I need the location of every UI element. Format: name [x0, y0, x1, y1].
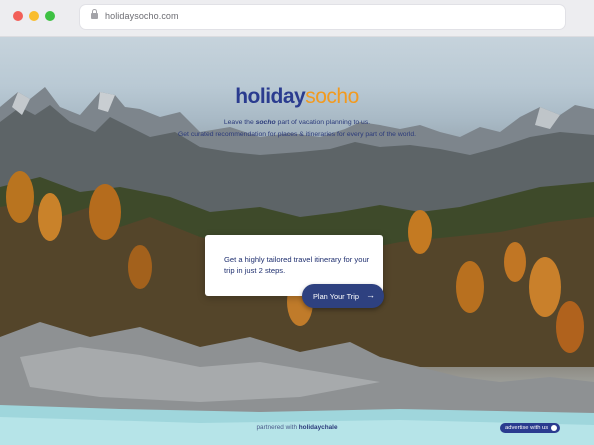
close-window-dot[interactable] — [13, 11, 23, 21]
partner-link[interactable]: holidaychale — [299, 424, 338, 431]
tagline-line-1: Leave the socho part of vacation plannin… — [0, 119, 594, 126]
lock-icon — [91, 9, 98, 19]
address-bar[interactable]: holidaysocho.com — [80, 5, 565, 29]
tagline-line-1-before: Leave the — [223, 119, 256, 126]
advertise-button[interactable]: advertise with us — [500, 423, 560, 433]
browser-window: holidaysocho.com holidaysocho Leave the … — [0, 0, 594, 445]
advertise-dot-icon — [551, 425, 557, 431]
browser-toolbar: holidaysocho.com — [0, 0, 594, 37]
arrow-right-icon: → — [366, 290, 375, 300]
hero-background: holidaysocho Leave the socho part of vac… — [0, 37, 594, 445]
advertise-label: advertise with us — [505, 424, 549, 431]
site-logo[interactable]: holidaysocho — [0, 85, 594, 109]
plan-your-trip-button[interactable]: Plan Your Trip → — [302, 284, 384, 308]
logo-holiday: holiday — [235, 85, 306, 108]
partner-prefix: partnered with — [256, 424, 299, 431]
plan-your-trip-label: Plan Your Trip — [313, 292, 360, 301]
maximize-window-dot[interactable] — [45, 11, 55, 21]
tagline-emphasis: socho — [255, 119, 276, 126]
address-url: holidaysocho.com — [105, 11, 179, 21]
tagline-line-2: Get curated recommendation for places & … — [177, 131, 416, 138]
minimize-window-dot[interactable] — [29, 11, 39, 21]
tagline-line-1-after: part of vacation planning to us. — [275, 119, 371, 126]
itinerary-card-text: Get a highly tailored travel itinerary f… — [224, 255, 370, 275]
logo-socho: socho — [305, 85, 359, 108]
